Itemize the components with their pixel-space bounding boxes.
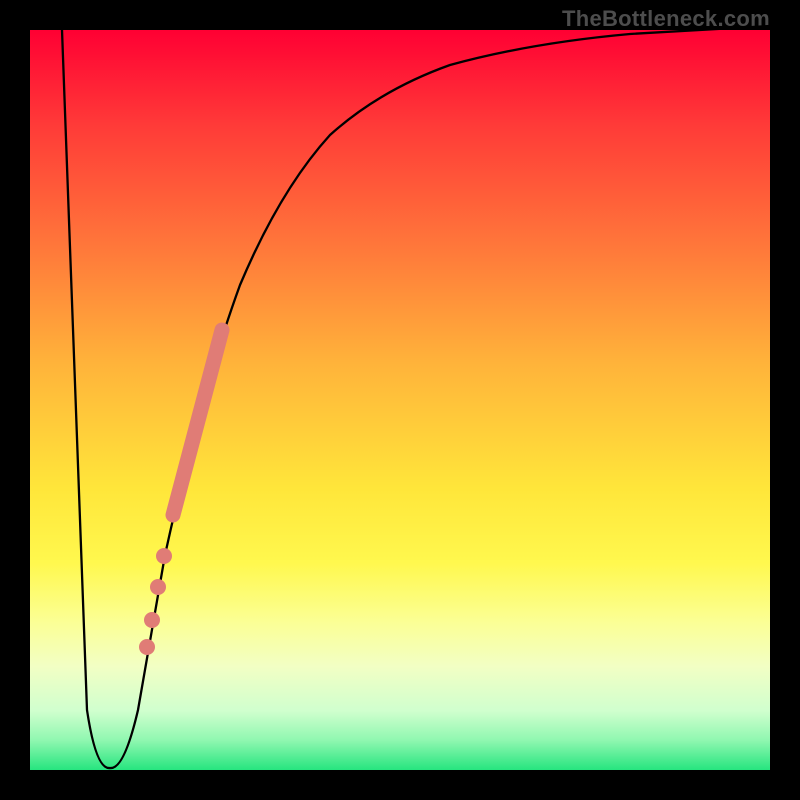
bottleneck-curve <box>62 26 770 768</box>
highlight-dot <box>150 579 166 595</box>
curve-layer <box>30 30 770 770</box>
highlight-dot <box>139 639 155 655</box>
highlight-dot <box>144 612 160 628</box>
highlight-dot <box>156 548 172 564</box>
plot-area <box>30 30 770 770</box>
chart-frame: TheBottleneck.com <box>0 0 800 800</box>
highlight-segment <box>173 330 222 515</box>
